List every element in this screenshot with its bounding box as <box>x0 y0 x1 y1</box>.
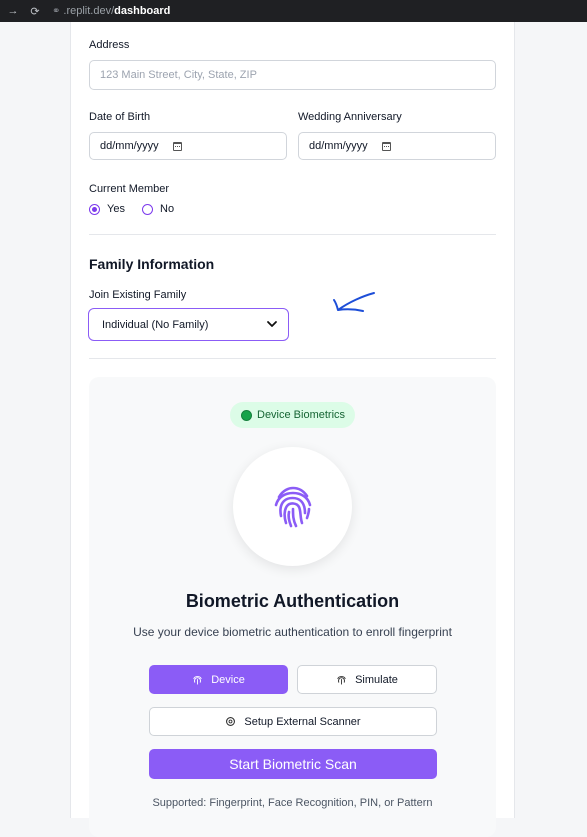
address-input[interactable]: 123 Main Street, City, State, ZIP <box>89 60 496 90</box>
family-section-title: Family Information <box>89 256 215 272</box>
family-select-value: Individual (No Family) <box>102 318 209 331</box>
device-button[interactable]: Device <box>149 665 288 694</box>
address-bar[interactable]: ⚭ .replit.dev/dashboard <box>52 5 170 17</box>
member-yes-label[interactable]: Yes <box>107 203 125 215</box>
address-label: Address <box>89 39 130 51</box>
simulate-button[interactable]: Simulate <box>297 665 437 694</box>
dob-value: dd/mm/yyyy <box>100 140 159 152</box>
address-placeholder: 123 Main Street, City, State, ZIP <box>100 69 257 81</box>
chevron-down-icon <box>267 321 277 327</box>
gear-icon <box>226 717 236 726</box>
member-no-label[interactable]: No <box>160 203 174 215</box>
simulate-button-label: Simulate <box>355 673 398 686</box>
device-button-label: Device <box>211 673 245 686</box>
biometric-subtitle: Use your device biometric authentication… <box>133 625 452 639</box>
fingerprint-icon <box>193 676 202 685</box>
anniversary-value: dd/mm/yyyy <box>309 140 368 152</box>
member-yes-radio[interactable] <box>89 204 100 215</box>
start-biometric-scan-button[interactable]: Start Biometric Scan <box>149 749 437 779</box>
member-label: Current Member <box>89 183 170 195</box>
setup-external-scanner-button[interactable]: Setup External Scanner <box>149 707 437 736</box>
anniversary-label: Wedding Anniversary <box>298 111 402 123</box>
fingerprint-circle <box>233 447 352 566</box>
browser-toolbar: → ⟳ ⚭ .replit.dev/dashboard <box>0 0 587 22</box>
fingerprint-icon <box>274 486 312 528</box>
member-no-radio[interactable] <box>142 204 153 215</box>
anniversary-input[interactable]: dd/mm/yyyy <box>298 132 496 160</box>
join-family-label: Join Existing Family <box>89 289 187 301</box>
link-icon: ⚭ <box>52 5 61 17</box>
start-button-label: Start Biometric Scan <box>229 756 357 772</box>
form-panel: Address 123 Main Street, City, State, ZI… <box>70 22 515 837</box>
badge-label: Device Biometrics <box>257 409 346 421</box>
dob-input[interactable]: dd/mm/yyyy <box>89 132 287 160</box>
device-biometrics-badge: Device Biometrics <box>230 402 355 428</box>
external-button-label: Setup External Scanner <box>244 715 361 728</box>
calendar-icon[interactable] <box>381 141 391 151</box>
status-dot <box>241 409 252 421</box>
family-select[interactable]: Individual (No Family) <box>88 308 289 341</box>
biometric-title: Biometric Authentication <box>185 591 400 611</box>
dob-label: Date of Birth <box>89 111 151 123</box>
url-domain: .replit.dev/ <box>63 5 115 17</box>
fingerprint-icon <box>337 676 346 685</box>
supported-methods-text: Supported: Fingerprint, Face Recognition… <box>152 797 433 809</box>
calendar-icon[interactable] <box>172 141 182 151</box>
reload-icon[interactable]: ⟳ <box>28 5 42 18</box>
divider <box>89 358 496 359</box>
divider <box>89 234 496 235</box>
annotation-arrow <box>333 292 375 312</box>
back-arrow-icon[interactable]: → <box>6 5 20 17</box>
url-path: dashboard <box>114 5 171 17</box>
